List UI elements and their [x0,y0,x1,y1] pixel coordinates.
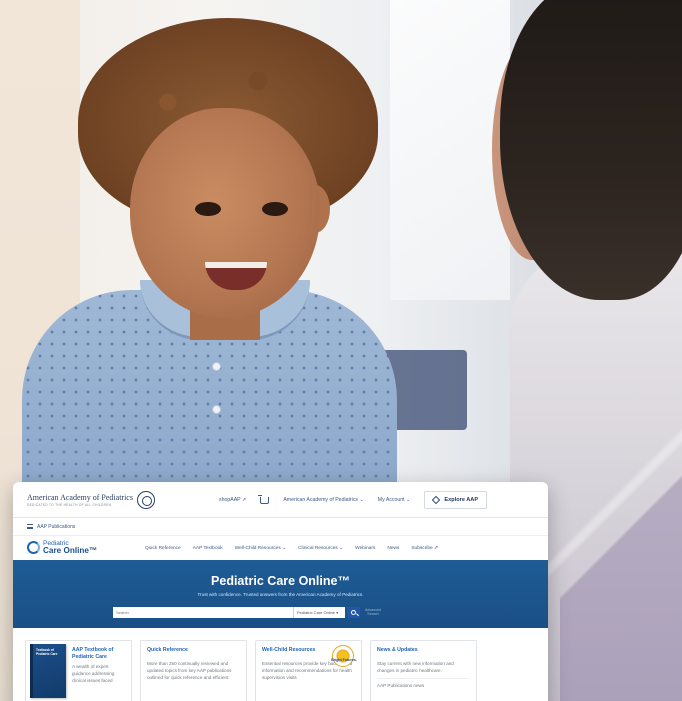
nav-well-child-resources[interactable]: Well-Child Resources ⌄ [235,546,286,551]
search-input[interactable] [113,606,293,618]
hero-title: Pediatric Care Online™ [211,574,350,588]
cart-icon[interactable] [258,494,270,504]
feature-cards: Textbook of Pediatric Care AAP Textbook … [25,640,545,701]
aap-menu-link[interactable]: American Academy of Pediatrics ⌄ [283,497,363,503]
card-aap-textbook[interactable]: Textbook of Pediatric Care AAP Textbook … [25,640,132,701]
card-body: More than 250 continually reviewed and u… [147,661,232,681]
org-name: American Academy of Pediatrics [27,492,133,502]
card-title[interactable]: News & Updates [377,647,470,653]
shirt-button [212,405,221,414]
child-eye [262,202,288,216]
pco-logo-icon [27,541,40,555]
my-account-link[interactable]: My Account ⌄ [378,497,411,503]
advanced-search-link[interactable]: Advanced Search [364,608,382,617]
publications-label: AAP Publications [37,523,76,530]
card-news-updates[interactable]: News & Updates Stay current with new inf… [370,640,477,701]
card-quick-reference[interactable]: Quick Reference More than 250 continuall… [140,640,247,701]
nav-clinical-resources[interactable]: Clinical Resources ⌄ [298,546,343,551]
bright-futures-logo: Bright Futures. [331,645,357,667]
shop-aap-link[interactable]: shopAAP ⇗ [219,497,246,503]
publications-bar[interactable]: AAP Publications [13,518,548,536]
top-nav: shopAAP ⇗ American Academy of Pediatrics… [219,482,488,518]
nav-subscribe[interactable]: Subscribe ⇗ [411,546,438,551]
search-button[interactable] [347,606,360,618]
explore-aap-button[interactable]: Explore AAP [424,491,488,509]
pco-logo[interactable]: Pediatric Care Online™ [27,540,145,556]
aap-logo[interactable]: American Academy of Pediatrics DEDICATED… [27,490,155,509]
diamond-icon [432,495,441,505]
card-title[interactable]: AAP Textbook of Pediatric Care [72,647,125,660]
shirt-button [212,362,221,371]
nav-webinars[interactable]: Webinars [355,546,375,551]
card-body: Stay current with new information and ch… [377,661,454,674]
nav-aap-textbook[interactable]: AAP Textbook [193,546,223,551]
hero-subtitle: Trust with confidence. Trusted answers f… [197,592,364,597]
website-mockup: American Academy of Pediatrics DEDICATED… [13,482,548,701]
nav-quick-reference[interactable]: Quick Reference [145,546,181,551]
textbook-cover: Textbook of Pediatric Care [30,644,66,698]
nav-news[interactable]: News [387,546,399,551]
card-well-child-resources[interactable]: Well-Child Resources Bright Futures. Ess… [255,640,362,701]
org-tagline: DEDICATED TO THE HEALTH OF ALL CHILDREN [27,502,112,507]
pco-logo-line2: Care Online™ [43,546,98,556]
card-title[interactable]: Quick Reference [147,647,240,653]
main-nav: Pediatric Care Online™ Quick Reference A… [13,536,548,560]
hero-banner: Pediatric Care Online™ Trust with confid… [13,560,548,628]
card-body: A wealth of expert guidance addressing c… [72,664,115,684]
child-eye [195,202,221,216]
search-scope-select[interactable]: Pediatric Care Online ▾ [293,606,345,618]
search-bar: Pediatric Care Online ▾ Advanced Search [113,606,382,618]
top-bar: American Academy of Pediatrics DEDICATED… [13,482,548,518]
aap-seal-icon [136,490,155,509]
search-icon [351,609,356,615]
explore-aap-label: Explore AAP [444,497,479,503]
bright-futures-label: Bright Futures. [331,658,357,662]
card-footer-link[interactable]: AAP Publications news [377,678,470,689]
textbook-cover-title: Textbook of Pediatric Care [36,648,58,656]
menu-icon [27,524,33,529]
